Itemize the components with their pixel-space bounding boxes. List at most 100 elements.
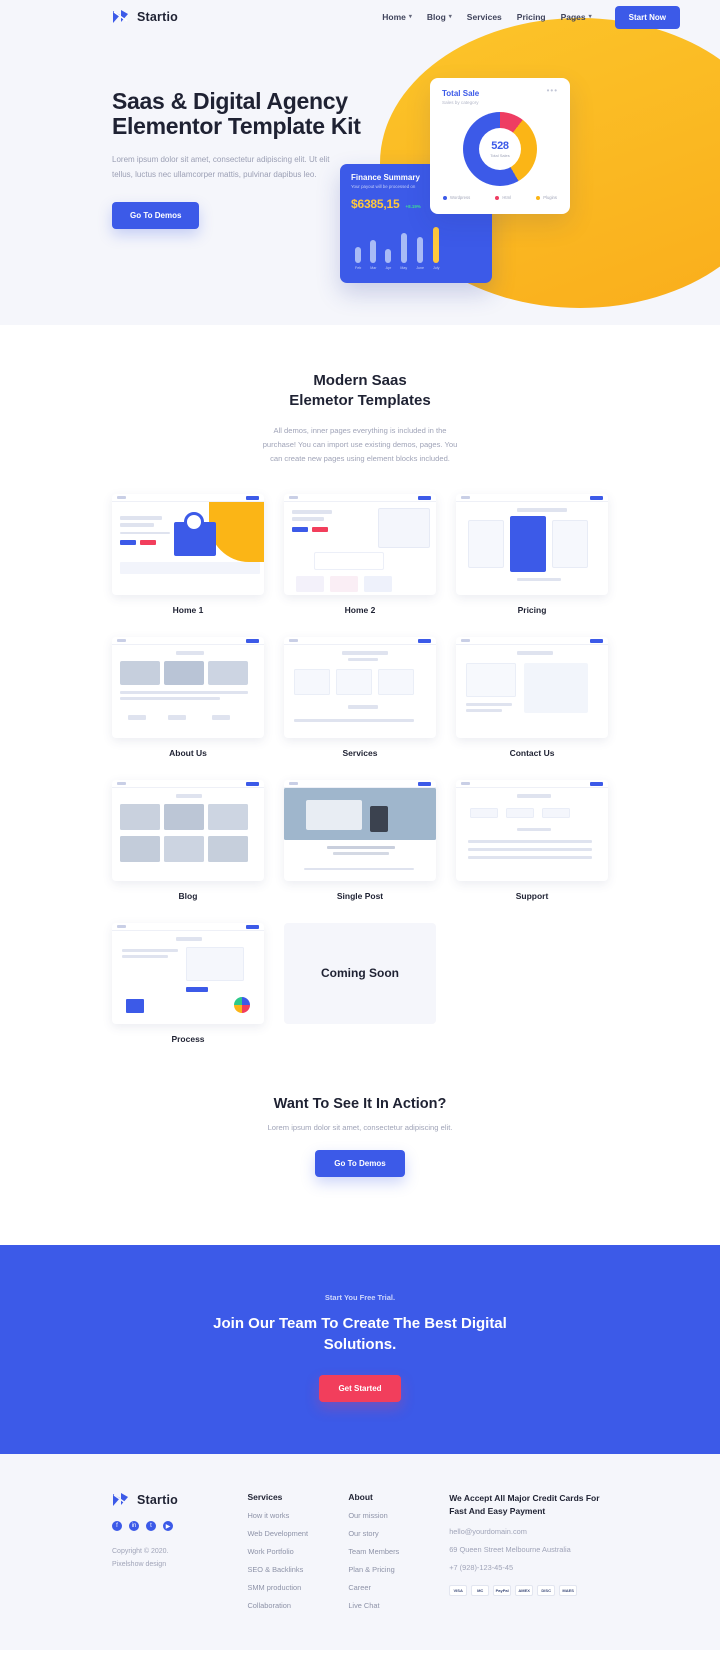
demo-thumbnail[interactable] — [112, 922, 264, 1024]
payment-card-icon: DISC — [537, 1585, 556, 1597]
donut-value: 528 — [491, 140, 509, 152]
footer-about-link[interactable]: Our mission — [348, 1511, 449, 1520]
demo-caption: Support — [515, 890, 549, 901]
demo-card[interactable]: Process — [112, 922, 264, 1044]
footer-about-link[interactable]: Team Members — [348, 1547, 449, 1556]
footer-services-heading: Services — [247, 1492, 283, 1503]
demo-card[interactable]: Home 2 — [284, 493, 436, 615]
action-go-to-demos-button[interactable]: Go To Demos — [315, 1149, 405, 1177]
start-now-button[interactable]: Start Now — [614, 5, 680, 29]
contact-email[interactable]: hello@yourdomain.com — [449, 1527, 608, 1536]
thumbnail-mockup — [112, 922, 264, 1024]
bar-group: Feb — [355, 246, 362, 270]
footer-contact-heading: We Accept All Major Credit Cards For Fas… — [449, 1493, 600, 1517]
go-to-demos-button[interactable]: Go To Demos — [112, 201, 200, 229]
footer-service-link[interactable]: Collaboration — [247, 1601, 348, 1610]
payment-card-icon: MAES — [559, 1585, 578, 1597]
footer-services-column: Services How it works Web Development Work… — [247, 1492, 348, 1610]
donut-legend: Wordpress Html Plugins — [442, 195, 558, 200]
legend-dot-icon — [495, 195, 500, 200]
bar-group: Apr — [385, 248, 392, 270]
footer-brand[interactable]: Startio — [112, 1492, 247, 1508]
demos-section: Modern Saas Elemetor Templates All demos… — [0, 325, 720, 1044]
demo-card[interactable]: Support — [456, 779, 608, 901]
thumbnail-mockup — [284, 493, 436, 595]
legend-label: Plugins — [543, 195, 557, 200]
nav-item-services[interactable]: Services — [467, 12, 502, 22]
brand-logo[interactable]: Startio — [112, 9, 178, 25]
footer-service-link[interactable]: SEO & Backlinks — [247, 1565, 348, 1574]
twitter-icon[interactable]: t — [146, 1521, 156, 1532]
demo-caption: Pricing — [517, 604, 547, 615]
bar-label: May — [400, 265, 408, 270]
footer-brand-column: Startio f in t ▶ Copyright © 2020. Pixelsho… — [112, 1492, 247, 1610]
banner-eyebrow: Start You Free Trial. — [324, 1292, 396, 1302]
bar — [433, 227, 440, 263]
demo-card[interactable]: Pricing — [456, 493, 608, 615]
demo-thumbnail[interactable] — [456, 493, 608, 595]
donut-center: 528 Total Sales — [479, 128, 521, 170]
nav-item-home[interactable]: Home ▾ — [382, 12, 412, 22]
bar-group: May — [400, 232, 408, 270]
total-sale-card: Total Sale Sales by category ••• 528 Tot… — [430, 78, 570, 214]
youtube-icon[interactable]: ▶ — [163, 1521, 173, 1532]
finance-card-delta: +8.19% — [405, 203, 421, 209]
demo-card[interactable]: Blog — [112, 779, 264, 901]
footer-service-link[interactable]: Web Development — [247, 1529, 348, 1538]
demo-caption: Blog — [178, 890, 198, 901]
footer-about-link[interactable]: Plan & Pricing — [348, 1565, 449, 1574]
thumbnail-mockup — [456, 636, 608, 738]
footer-service-link[interactable]: SMM production — [247, 1583, 348, 1592]
demo-card[interactable]: Single Post — [284, 779, 436, 901]
thumbnail-mockup — [112, 779, 264, 881]
demo-card[interactable]: Contact Us — [456, 636, 608, 758]
thumbnail-mockup — [112, 493, 264, 595]
site-footer: Startio f in t ▶ Copyright © 2020. Pixelsho… — [0, 1454, 720, 1651]
startio-logo-icon — [112, 9, 129, 25]
footer-service-link[interactable]: How it works — [247, 1511, 348, 1520]
hero-subtitle: Lorem ipsum dolor sit amet, consectetur … — [112, 155, 330, 179]
nav-item-home-label: Home — [382, 12, 406, 22]
bar — [417, 237, 424, 263]
get-started-button[interactable]: Get Started — [319, 1375, 401, 1403]
copyright-text: Copyright © 2020. Pixelshow design — [112, 1548, 169, 1568]
demo-thumbnail[interactable] — [112, 779, 264, 881]
legend-item: Html — [495, 195, 511, 200]
demo-card[interactable]: Services — [284, 636, 436, 758]
brand-name: Startio — [137, 10, 178, 24]
demo-card[interactable]: About Us — [112, 636, 264, 758]
bar — [385, 248, 392, 263]
linkedin-icon[interactable]: in — [129, 1521, 139, 1532]
legend-dot-icon — [536, 195, 541, 200]
total-sale-header: Total Sale Sales by category ••• — [442, 87, 558, 105]
payment-card-icon: VISA — [449, 1585, 468, 1597]
demo-thumbnail[interactable] — [284, 779, 436, 881]
footer-about-link[interactable]: Live Chat — [348, 1601, 449, 1610]
nav-item-pricing[interactable]: Pricing — [517, 12, 546, 22]
legend-dot-icon — [443, 195, 447, 200]
legend-item: Plugins — [536, 195, 557, 200]
ellipsis-icon[interactable]: ••• — [547, 87, 558, 95]
contact-phone[interactable]: +7 (928)-123-45-45 — [449, 1563, 608, 1572]
demo-card[interactable]: Home 1 — [112, 493, 264, 615]
finance-bar-chart: Feb Mar Apr May June July — [351, 224, 481, 270]
demo-thumbnail[interactable] — [284, 493, 436, 595]
demo-thumbnail[interactable] — [112, 636, 264, 738]
demo-thumbnail[interactable] — [456, 636, 608, 738]
chevron-down-icon: ▾ — [408, 14, 412, 20]
total-sale-subtitle: Sales by category — [442, 100, 479, 105]
bar — [355, 246, 362, 263]
nav-item-pages[interactable]: Pages ▾ — [561, 12, 592, 22]
footer-service-link[interactable]: Work Portfolio — [247, 1547, 348, 1556]
footer-about-link[interactable]: Career — [348, 1583, 449, 1592]
demo-thumbnail[interactable] — [456, 779, 608, 881]
demo-thumbnail[interactable] — [112, 493, 264, 595]
nav-item-pages-label: Pages — [560, 12, 586, 22]
nav-item-blog[interactable]: Blog ▾ — [427, 12, 452, 22]
bar-group: June — [416, 237, 424, 270]
social-links: f in t ▶ — [112, 1521, 247, 1532]
demo-thumbnail[interactable] — [284, 636, 436, 738]
footer-about-link[interactable]: Our story — [348, 1529, 449, 1538]
facebook-icon[interactable]: f — [112, 1521, 122, 1532]
footer-services-links: How it works Web Development Work Portfoli… — [247, 1511, 348, 1610]
